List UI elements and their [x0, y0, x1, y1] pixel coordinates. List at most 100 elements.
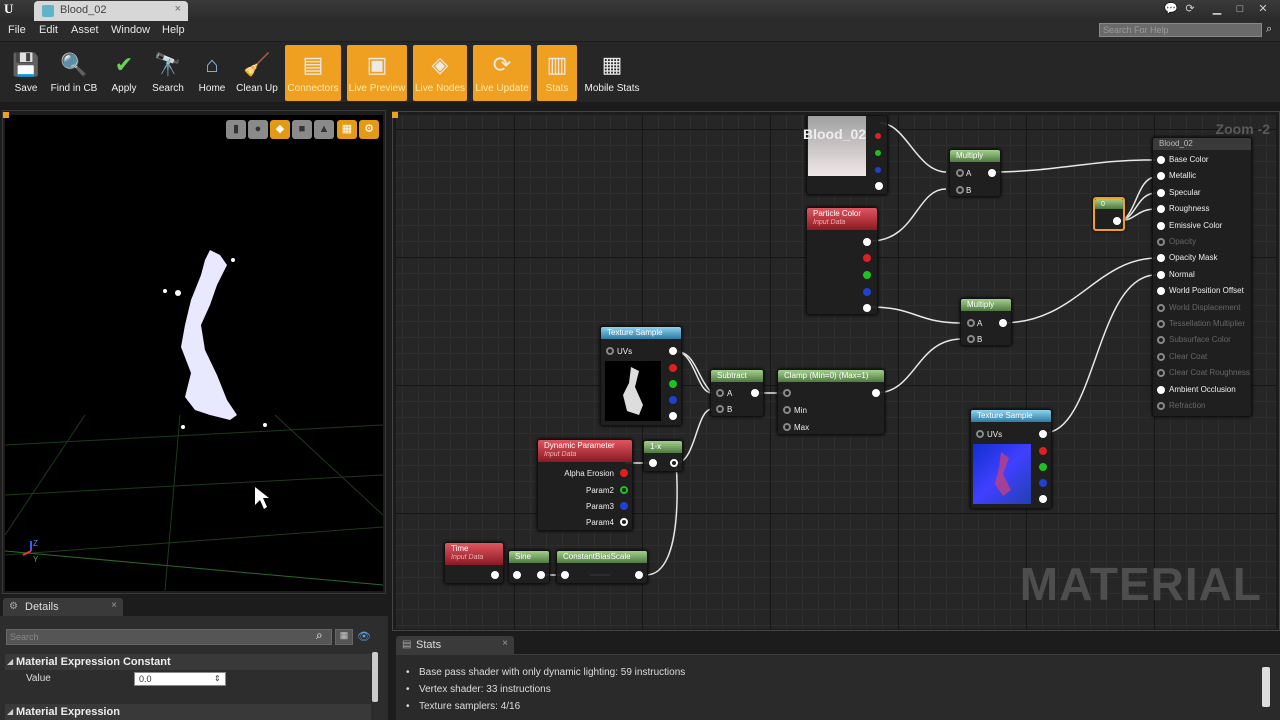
- output-pin-b[interactable]: [875, 167, 881, 173]
- output-pin[interactable]: [751, 389, 759, 397]
- output-pin-a[interactable]: [875, 182, 883, 190]
- apply-button[interactable]: ✔ Apply: [103, 45, 145, 101]
- live-nodes-button[interactable]: ◈ Live Nodes: [413, 45, 467, 101]
- update-icon[interactable]: ⟳: [1182, 2, 1198, 16]
- stats-button[interactable]: ▥ Stats: [537, 45, 577, 101]
- sine-node[interactable]: Sine: [508, 550, 550, 584]
- result-input-pin[interactable]: [1157, 385, 1165, 394]
- result-input-pin[interactable]: [1157, 254, 1165, 263]
- input-pin[interactable]: [783, 389, 791, 397]
- constant-node[interactable]: 0: [1093, 197, 1125, 231]
- result-input-pin[interactable]: [1157, 303, 1165, 312]
- stats-scrollbar[interactable]: [1262, 667, 1270, 707]
- output-pin-r[interactable]: [875, 133, 881, 139]
- particle-color-node[interactable]: Particle Color Input Data: [806, 207, 878, 315]
- output-pin-a[interactable]: [863, 304, 871, 312]
- search-help-input[interactable]: Search For Help: [1099, 23, 1262, 37]
- result-input-pin[interactable]: [1157, 402, 1165, 410]
- input-pin[interactable]: [513, 571, 521, 579]
- output-pin-g[interactable]: [863, 271, 871, 279]
- output-pin[interactable]: [670, 459, 678, 467]
- output-pin-b[interactable]: [1039, 479, 1047, 487]
- input-pin-a[interactable]: [967, 319, 975, 327]
- details-tab[interactable]: ⚙ Details ×: [3, 598, 123, 616]
- viewport-sphere-icon[interactable]: ●: [248, 120, 268, 139]
- clamp-node[interactable]: Clamp (Min=0) (Max=1) Min Max: [777, 369, 885, 435]
- preview-viewport[interactable]: Z Y: [5, 115, 383, 591]
- material-graph[interactable]: Blood_02 Multiply A B Particle Color Inp…: [396, 115, 1276, 629]
- input-pin-a[interactable]: [956, 169, 964, 177]
- result-input-pin[interactable]: [1157, 270, 1165, 279]
- result-input-pin[interactable]: [1157, 369, 1165, 378]
- maximize-icon[interactable]: □: [1232, 2, 1248, 16]
- input-pin-b[interactable]: [716, 405, 724, 413]
- result-input-pin[interactable]: [1157, 352, 1165, 361]
- output-pin-g[interactable]: [1039, 463, 1047, 471]
- output-pin-r[interactable]: [1039, 447, 1047, 455]
- result-input-pin[interactable]: [1157, 336, 1165, 345]
- output-pin[interactable]: [999, 319, 1007, 327]
- grid-view-icon[interactable]: ▦: [335, 629, 353, 645]
- result-input-pin[interactable]: [1157, 221, 1165, 230]
- close-tab-icon[interactable]: ×: [111, 600, 117, 611]
- live-update-button[interactable]: ⟳ Live Update: [473, 45, 531, 101]
- close-tab-icon[interactable]: ×: [175, 3, 181, 15]
- texture-preview-node[interactable]: Blood_02: [803, 115, 888, 195]
- output-pin[interactable]: [1039, 430, 1047, 438]
- live-preview-button[interactable]: ▣ Live Preview: [347, 45, 407, 101]
- output-pin[interactable]: [491, 571, 499, 579]
- one-minus-node[interactable]: 1-x: [643, 440, 683, 472]
- output-pin[interactable]: [1113, 217, 1121, 225]
- mobile-stats-button[interactable]: ▦ Mobile Stats: [583, 45, 641, 101]
- output-pin[interactable]: [988, 169, 996, 177]
- feedback-icon[interactable]: 💬: [1163, 2, 1179, 16]
- home-button[interactable]: ⌂ Home: [193, 45, 231, 101]
- input-pin-a[interactable]: [716, 389, 724, 397]
- output-pin[interactable]: [872, 389, 880, 397]
- eye-icon[interactable]: 👁: [357, 630, 371, 643]
- result-input-pin[interactable]: [1157, 188, 1165, 197]
- output-pin[interactable]: [669, 347, 677, 355]
- result-input-pin[interactable]: [1157, 205, 1165, 214]
- minimize-icon[interactable]: ▁: [1209, 2, 1225, 16]
- time-node[interactable]: Time Input Data: [444, 542, 504, 584]
- viewport-grid-icon[interactable]: ▦: [337, 120, 357, 139]
- details-search-input[interactable]: Search: [6, 629, 332, 645]
- search-icon[interactable]: ⌕: [316, 628, 323, 643]
- menu-asset[interactable]: Asset: [71, 24, 99, 36]
- result-input-pin[interactable]: [1157, 238, 1165, 246]
- output-pin[interactable]: [537, 571, 545, 579]
- output-pin-a[interactable]: [1039, 495, 1047, 503]
- input-pin-b[interactable]: [956, 186, 964, 194]
- connectors-button[interactable]: ▤ Connectors: [285, 45, 341, 101]
- unreal-logo-icon[interactable]: U: [4, 1, 20, 19]
- input-pin[interactable]: [561, 571, 569, 579]
- result-input-pin[interactable]: [1157, 172, 1165, 181]
- close-tab-icon[interactable]: ×: [502, 638, 508, 649]
- stats-tab[interactable]: ▤ Stats ×: [396, 636, 514, 654]
- search-button[interactable]: 🔭 Search: [148, 45, 188, 101]
- menu-window[interactable]: Window: [111, 24, 150, 36]
- search-icon[interactable]: ⌕: [1266, 23, 1272, 36]
- result-input-pin[interactable]: [1157, 156, 1165, 164]
- output-pin-param3[interactable]: [620, 502, 628, 510]
- menu-file[interactable]: File: [8, 24, 26, 36]
- output-pin-r[interactable]: [863, 254, 871, 262]
- output-pin-b[interactable]: [669, 396, 677, 404]
- viewport-cylinder-icon[interactable]: ▮: [226, 120, 246, 139]
- viewport-mesh-icon[interactable]: ▲: [314, 120, 334, 139]
- clean-up-button[interactable]: 🧹 Clean Up: [234, 45, 280, 101]
- output-pin-param2[interactable]: [620, 486, 628, 494]
- input-pin-max[interactable]: [783, 423, 791, 431]
- output-pin[interactable]: [635, 571, 643, 579]
- details-scrollbar[interactable]: [372, 652, 378, 702]
- drag-slider-icon[interactable]: ⇕: [214, 674, 221, 683]
- input-pin[interactable]: [649, 459, 657, 467]
- input-pin-uvs[interactable]: [976, 430, 984, 438]
- value-input[interactable]: 0.0: [134, 672, 226, 686]
- texture-sample-node[interactable]: Texture Sample UVs: [970, 409, 1052, 509]
- texture-sample-node[interactable]: Texture Sample UVs: [600, 326, 682, 426]
- document-tab[interactable]: Blood_02 ×: [34, 1, 188, 21]
- multiply-node[interactable]: Multiply A B: [960, 298, 1012, 346]
- input-pin-b[interactable]: [967, 335, 975, 343]
